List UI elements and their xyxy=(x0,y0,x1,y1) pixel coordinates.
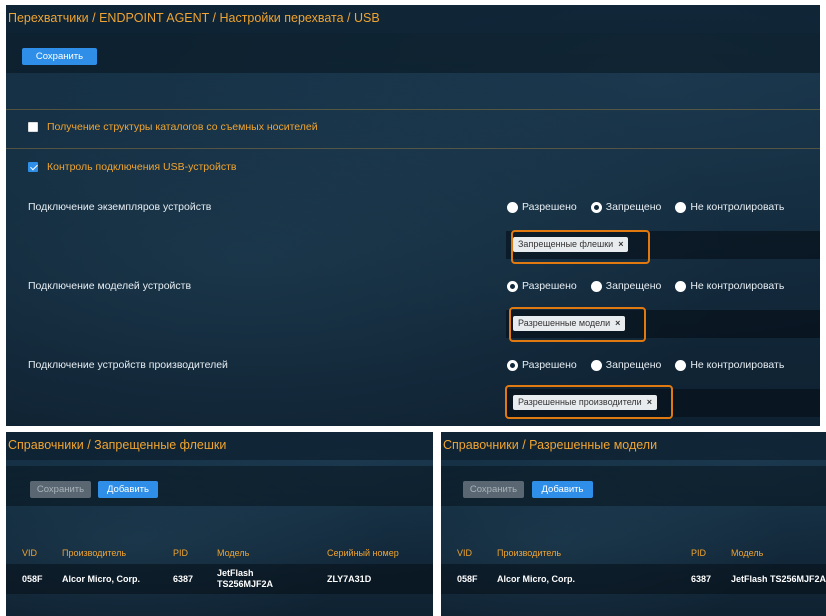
column-header: VID xyxy=(457,548,473,558)
radio-button[interactable] xyxy=(675,359,687,371)
radio-button[interactable] xyxy=(675,201,687,213)
save-button[interactable]: Сохранить xyxy=(22,48,97,65)
usb-settings-panel: Перехватчики / ENDPOINT AGENT / Настройк… xyxy=(6,5,820,426)
radio-button[interactable] xyxy=(590,280,602,292)
pid-cell: 6387 xyxy=(173,573,194,584)
usb-control-option[interactable]: Контроль подключения USB-устройств xyxy=(28,161,236,173)
allowed-models-panel: Справочники / Разрешенные модели Сохрани… xyxy=(441,432,826,616)
radio-not-controlled[interactable]: Не контролировать xyxy=(675,359,784,371)
manufacturers-radio-group: Разрешено Запрещено Не контролировать xyxy=(507,359,798,371)
manufacturer-cell: Alcor Micro, Corp. xyxy=(62,573,141,584)
add-button[interactable]: Добавить xyxy=(532,481,593,498)
device-models-label: Подключение моделей устройств xyxy=(28,280,192,292)
radio-button[interactable] xyxy=(675,280,687,292)
save-button[interactable]: Сохранить xyxy=(463,481,524,498)
column-header: Серийный номер xyxy=(327,548,399,558)
serial-cell: ZLY7A31D xyxy=(327,573,372,584)
breadcrumb: Перехватчики / ENDPOINT AGENT / Настройк… xyxy=(6,5,820,33)
add-button[interactable]: Добавить xyxy=(98,481,158,498)
device-instances-label: Подключение экземпляров устройств xyxy=(28,201,212,213)
radio-allowed[interactable]: Разрешено xyxy=(507,280,577,292)
column-header: Модель xyxy=(730,548,764,558)
column-header: VID xyxy=(22,548,38,558)
toolbar: Сохранить xyxy=(6,33,820,73)
radio-label: Разрешено xyxy=(522,280,577,292)
device-instances-radio-group: Разрешено Запрещено Не контролировать xyxy=(507,201,798,213)
column-header: Производитель xyxy=(496,548,562,558)
table-header: VID Производитель PID Модель Серийный но… xyxy=(6,542,433,564)
table-row[interactable]: 058F Alcor Micro, Corp. 6387 JetFlash TS… xyxy=(441,564,826,594)
highlight-box xyxy=(509,307,646,342)
vid-cell: 058F xyxy=(22,573,43,584)
model-cell: JetFlash TS256MJF2A xyxy=(730,573,826,584)
highlight-box xyxy=(505,385,673,419)
radio-allowed[interactable]: Разрешено xyxy=(507,201,577,213)
radio-button[interactable] xyxy=(507,201,518,213)
radio-forbidden[interactable]: Запрещено xyxy=(590,201,662,213)
flash-drives-table: VID Производитель PID Модель Серийный но… xyxy=(6,542,433,594)
save-button[interactable]: Сохранить xyxy=(30,481,91,498)
model-cell: JetFlash TS256MJF2A xyxy=(201,564,311,594)
device-models-radio-group: Разрешено Запрещено Не контролировать xyxy=(507,280,798,292)
toolbar: Сохранить Добавить xyxy=(441,466,826,506)
column-header: PID xyxy=(173,548,189,558)
breadcrumb: Справочники / Разрешенные модели xyxy=(441,432,826,460)
directory-structure-checkbox[interactable] xyxy=(28,122,38,132)
column-header: Модель xyxy=(217,548,250,558)
radio-button[interactable] xyxy=(590,201,602,213)
pid-cell: 6387 xyxy=(690,573,712,584)
column-header: PID xyxy=(690,548,706,558)
highlight-box xyxy=(511,230,650,264)
column-header: Производитель xyxy=(62,548,127,558)
usb-control-checkbox[interactable] xyxy=(28,162,38,172)
model-line: JetFlash xyxy=(217,568,254,578)
divider xyxy=(6,109,820,110)
radio-label: Разрешено xyxy=(522,201,577,213)
usb-control-label: Контроль подключения USB-устройств xyxy=(47,161,237,173)
radio-label: Запрещено xyxy=(605,359,662,371)
radio-forbidden[interactable]: Запрещено xyxy=(590,359,662,371)
allowed-models-table: VID Производитель PID Модель 058F Alcor … xyxy=(441,542,826,594)
radio-allowed[interactable]: Разрешено xyxy=(507,359,577,371)
radio-not-controlled[interactable]: Не контролировать xyxy=(675,201,784,213)
directory-structure-option[interactable]: Получение структуры каталогов со съемных… xyxy=(28,121,318,133)
table-header: VID Производитель PID Модель xyxy=(441,542,826,564)
divider xyxy=(6,148,820,149)
radio-label: Не контролировать xyxy=(690,201,785,213)
radio-button[interactable] xyxy=(590,359,602,371)
radio-label: Запрещено xyxy=(605,201,662,213)
directory-structure-label: Получение структуры каталогов со съемных… xyxy=(47,121,318,133)
manufacturer-cell: Alcor Micro, Corp. xyxy=(496,573,575,584)
manufacturers-label: Подключение устройств производителей xyxy=(28,359,228,371)
breadcrumb: Справочники / Запрещенные флешки xyxy=(6,432,433,460)
radio-button[interactable] xyxy=(507,280,518,292)
radio-button[interactable] xyxy=(507,359,518,371)
radio-label: Запрещено xyxy=(605,280,662,292)
radio-label: Не контролировать xyxy=(690,359,785,371)
radio-not-controlled[interactable]: Не контролировать xyxy=(675,280,784,292)
vid-cell: 058F xyxy=(457,573,478,584)
radio-label: Разрешено xyxy=(522,359,577,371)
toolbar: Сохранить Добавить xyxy=(6,466,433,506)
forbidden-flash-drives-panel: Справочники / Запрещенные флешки Сохрани… xyxy=(6,432,433,616)
model-line: TS256MJF2A xyxy=(217,579,274,589)
radio-label: Не контролировать xyxy=(690,280,785,292)
radio-forbidden[interactable]: Запрещено xyxy=(590,280,662,292)
table-row[interactable]: 058F Alcor Micro, Corp. 6387 JetFlash TS2… xyxy=(6,564,433,594)
